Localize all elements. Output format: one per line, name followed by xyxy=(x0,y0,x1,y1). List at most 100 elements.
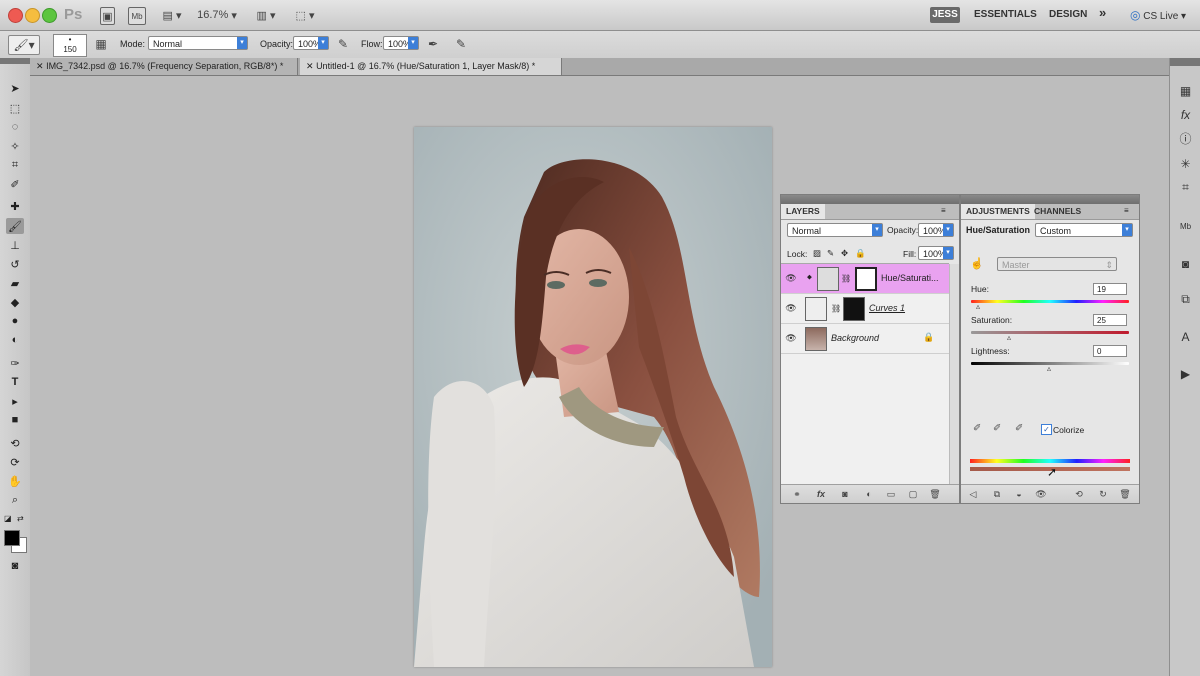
tablet-pressure-size-icon[interactable]: ✎ xyxy=(452,35,470,53)
tab-img-7342[interactable]: ✕ IMG_7342.psd @ 16.7% (Frequency Separa… xyxy=(30,58,298,75)
crop-tool-icon[interactable]: ⌗ xyxy=(6,157,24,173)
preset-select[interactable]: Custom ▾ xyxy=(1035,223,1133,237)
brush-tool-icon[interactable]: 🖌 xyxy=(6,218,24,234)
saturation-slider-thumb[interactable]: ▵ xyxy=(1007,333,1011,342)
panel-menu-icon[interactable]: ≡ xyxy=(1124,206,1129,215)
launch-bridge-icon[interactable]: ▣ xyxy=(100,7,115,25)
navigator-panel-icon[interactable]: ▦ xyxy=(1176,82,1195,99)
actions-panel-icon[interactable]: ▶ xyxy=(1176,365,1195,382)
tab-layers[interactable]: LAYERS xyxy=(781,204,825,219)
workspace-design-button[interactable]: DESIGN xyxy=(1049,7,1087,23)
move-tool-icon[interactable]: ➤ xyxy=(6,80,24,96)
transform-panel-icon[interactable]: ⌗ xyxy=(1176,179,1195,196)
layers-panel-titlebar[interactable] xyxy=(781,195,959,204)
lock-all-icon[interactable]: 🔒 xyxy=(855,248,866,259)
visibility-eye-icon[interactable]: 👁 xyxy=(785,273,797,283)
brush-size-picker[interactable]: • 150 xyxy=(53,34,87,57)
layer-row-curves[interactable]: 👁 ⛓ Curves 1 xyxy=(781,294,949,324)
new-group-icon[interactable]: ▭ xyxy=(885,488,897,500)
close-tab-icon[interactable]: ✕ xyxy=(36,61,44,71)
saturation-input[interactable]: 25 xyxy=(1093,314,1127,326)
opacity-input[interactable]: 100% ▾ xyxy=(293,36,329,50)
lightness-input[interactable]: 0 xyxy=(1093,345,1127,357)
layer-style-fx-icon[interactable]: fx xyxy=(815,488,827,500)
tools-panel-grip[interactable] xyxy=(0,58,30,64)
zoom-level-menu[interactable]: 16.7% ▾ xyxy=(197,7,237,23)
channel-select[interactable]: Master ⇕ xyxy=(997,257,1117,271)
zoom-tool-icon[interactable]: ⌕ xyxy=(6,492,24,508)
layer-row-background[interactable]: 👁 Background 🔒 xyxy=(781,324,949,354)
type-tool-icon[interactable]: T xyxy=(6,374,24,390)
toggle-visibility-eye-icon[interactable]: 👁 xyxy=(1035,488,1047,500)
tab-channels[interactable]: CHANNELS xyxy=(1029,204,1086,219)
close-tab-icon[interactable]: ✕ xyxy=(306,61,314,71)
pen-tool-icon[interactable]: ✑ xyxy=(6,355,24,371)
colorize-checkbox[interactable]: ✓ xyxy=(1041,424,1052,435)
3d-rotate-tool-icon[interactable]: ⟲ xyxy=(6,435,24,451)
visibility-eye-icon[interactable]: 👁 xyxy=(785,303,797,313)
expanded-view-icon[interactable]: ⧉ xyxy=(991,488,1003,500)
paint-bucket-tool-icon[interactable]: ◆ xyxy=(6,294,24,310)
eyedropper-plus-icon[interactable]: ✐ xyxy=(993,423,1001,434)
reset-icon[interactable]: ↻ xyxy=(1097,488,1109,500)
add-mask-icon[interactable]: ◙ xyxy=(839,488,851,500)
quick-selection-tool-icon[interactable]: ✧ xyxy=(6,138,24,154)
delete-layer-icon[interactable]: 🗑 xyxy=(929,488,941,500)
flow-input[interactable]: 100% ▾ xyxy=(383,36,419,50)
lock-position-icon[interactable]: ✥ xyxy=(841,248,848,259)
delete-adjustment-icon[interactable]: 🗑 xyxy=(1119,488,1131,500)
mode-select[interactable]: Normal ▾ xyxy=(148,36,248,50)
cs-live-menu[interactable]: ◎ CS Live ▾ xyxy=(1130,7,1186,23)
marquee-tool-icon[interactable]: ⬚ xyxy=(6,100,24,116)
swap-colors-icon[interactable]: ⇄ xyxy=(17,514,24,523)
mini-bridge-panel-icon[interactable]: Mb xyxy=(1176,218,1195,235)
hue-slider-track[interactable] xyxy=(971,300,1129,303)
layer-opacity-input[interactable]: 100% ▾ xyxy=(918,223,954,237)
document-image[interactable] xyxy=(414,127,772,667)
targeted-adjustment-hand-icon[interactable]: ☝ xyxy=(970,257,984,270)
hue-slider-thumb[interactable]: ▵ xyxy=(976,302,980,311)
tablet-pressure-opacity-icon[interactable]: ✎ xyxy=(334,35,352,53)
return-to-list-icon[interactable]: ◁ xyxy=(967,488,979,500)
hand-tool-icon[interactable]: ✋ xyxy=(6,473,24,489)
brush-panel-icon[interactable]: ▦ xyxy=(92,35,110,53)
lasso-tool-icon[interactable]: ◌ xyxy=(6,119,24,135)
screen-mode-icon[interactable]: ⬚ ▾ xyxy=(291,7,319,23)
blur-tool-icon[interactable]: ● xyxy=(6,313,24,329)
tab-adjustments[interactable]: ADJUSTMENTS xyxy=(961,204,1035,219)
layer-mask-thumbnail[interactable] xyxy=(843,297,865,321)
styles-panel-icon[interactable]: fx xyxy=(1176,106,1195,123)
clone-stamp-tool-icon[interactable]: ⊥ xyxy=(6,237,24,253)
character-panel-icon[interactable]: A xyxy=(1176,328,1195,345)
layer-mask-thumbnail[interactable] xyxy=(855,267,877,291)
clip-to-layer-icon[interactable]: ◒ xyxy=(1013,488,1025,500)
workspace-jess-button[interactable]: JESS xyxy=(930,7,960,23)
dodge-tool-icon[interactable]: ◐ xyxy=(6,332,24,348)
tab-untitled-1[interactable]: ✕ Untitled-1 @ 16.7% (Hue/Saturation 1, … xyxy=(300,58,562,75)
layer-row-hue-saturation[interactable]: 👁 ⬥ ⛓ Hue/Saturati... xyxy=(781,264,949,294)
lock-pixels-icon[interactable]: ✎ xyxy=(827,248,834,259)
saturation-slider-track[interactable] xyxy=(971,331,1129,334)
camera-panel-icon[interactable]: ◙ xyxy=(1176,255,1195,272)
layers-scrollbar[interactable] xyxy=(949,264,959,484)
view-extras-icon[interactable]: ▤ ▾ xyxy=(158,7,186,23)
view-previous-state-icon[interactable]: ⟲ xyxy=(1073,488,1085,500)
arrange-documents-icon[interactable]: ▥ ▾ xyxy=(252,7,280,23)
adjustments-panel-titlebar[interactable] xyxy=(961,195,1139,204)
clone-source-panel-icon[interactable]: ⧉ xyxy=(1176,291,1195,308)
eyedropper-tool-icon[interactable]: ✐ xyxy=(6,176,24,192)
new-layer-icon[interactable]: ▢ xyxy=(907,488,919,500)
lock-transparency-icon[interactable]: ▨ xyxy=(813,248,821,259)
rectangle-tool-icon[interactable]: ■ xyxy=(6,412,24,428)
visibility-eye-icon[interactable]: 👁 xyxy=(785,333,797,343)
info-panel-icon[interactable]: ⓘ xyxy=(1176,130,1195,147)
zoom-window-button[interactable] xyxy=(42,8,57,23)
workspace-essentials-button[interactable]: ESSENTIALS xyxy=(974,7,1037,23)
minimize-window-button[interactable] xyxy=(25,8,40,23)
eyedropper-minus-icon[interactable]: ✐ xyxy=(1015,423,1023,434)
link-layers-icon[interactable]: ⚭ xyxy=(791,488,803,500)
eyedropper-icon[interactable]: ✐ xyxy=(973,423,981,434)
foreground-color-swatch[interactable] xyxy=(4,530,20,546)
panel-menu-icon[interactable]: ≡ xyxy=(941,206,946,215)
quick-mask-icon[interactable]: ◙ xyxy=(6,558,24,574)
